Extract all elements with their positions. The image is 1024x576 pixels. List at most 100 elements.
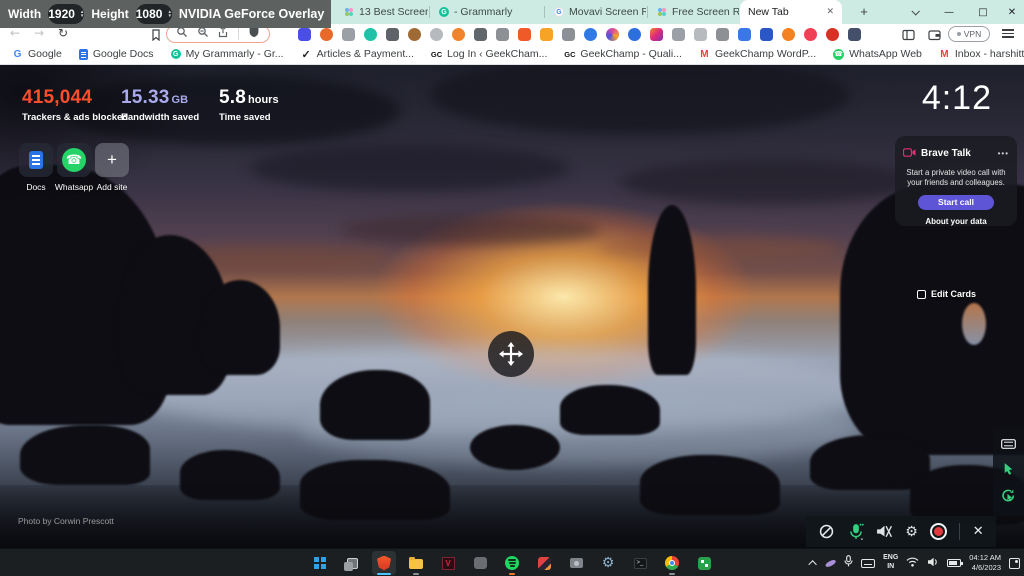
taskbar-sharex[interactable] <box>692 551 716 575</box>
keystrokes-icon[interactable] <box>1001 436 1016 454</box>
taskbar-terminal[interactable]: >_ <box>628 551 652 575</box>
video-play-icon[interactable] <box>826 28 839 41</box>
bookmark-articles-payment[interactable]: ✓ Articles & Payment... <box>301 48 414 60</box>
record-button[interactable] <box>930 523 947 540</box>
click-effects-icon[interactable] <box>1001 488 1016 508</box>
touch-keyboard-icon[interactable] <box>861 559 875 568</box>
edit-cards-button[interactable]: Edit Cards <box>917 289 976 299</box>
recorder-close-button[interactable]: ✕ <box>973 524 984 539</box>
bookmark-whatsapp-web[interactable]: ☎ WhatsApp Web <box>833 48 922 60</box>
camera-off-button[interactable] <box>818 523 835 540</box>
firefly-icon[interactable] <box>452 28 465 41</box>
close-window-button[interactable]: ✕ <box>1000 0 1024 24</box>
screenshot-tool-icon[interactable] <box>562 28 575 41</box>
cursor-highlight-icon[interactable] <box>1002 462 1015 480</box>
archive-tool-icon[interactable] <box>694 28 707 41</box>
stepper-icon[interactable]: ▲▼ <box>167 10 171 19</box>
notification-center-icon[interactable] <box>1009 558 1020 569</box>
shortcut-tile[interactable]: + <box>95 143 129 177</box>
feather-tray-icon[interactable] <box>825 558 837 568</box>
taskbar-spotify[interactable] <box>500 551 524 575</box>
clipboard-tool-icon[interactable] <box>474 28 487 41</box>
vpn-button[interactable]: VPN <box>948 26 990 42</box>
color-ring-icon[interactable] <box>606 28 619 41</box>
taskbar-brave[interactable] <box>372 551 396 575</box>
instagram-tool-icon[interactable] <box>650 28 663 41</box>
about-your-data-link[interactable]: About your data <box>903 217 1009 226</box>
tab-grammarly[interactable]: G - Grammarly <box>431 0 543 24</box>
bookmark-label: Inbox - harshittaror... <box>955 48 1024 60</box>
taskbar-settings[interactable]: ⚙ <box>596 551 620 575</box>
language-switcher[interactable]: ENG IN <box>883 554 898 572</box>
send-tool-icon[interactable] <box>672 28 685 41</box>
start-button[interactable] <box>308 551 332 575</box>
microphone-button[interactable] <box>848 523 864 540</box>
taskbar-vanguard[interactable]: V <box>436 551 460 575</box>
taskbar-camera[interactable] <box>564 551 588 575</box>
taskbar-file-explorer[interactable] <box>404 551 428 575</box>
taskbar-movavi[interactable] <box>532 551 556 575</box>
translate-icon[interactable] <box>738 28 751 41</box>
photo-credit: Photo by Corwin Prescott <box>18 516 114 526</box>
reload-icon[interactable]: ↻ <box>58 26 68 40</box>
shortcut-add-site[interactable]: + Add site <box>90 143 134 192</box>
site-favicon <box>344 7 354 17</box>
hidden-icons-chevron[interactable] <box>808 560 816 568</box>
avast-check-icon[interactable] <box>364 28 377 41</box>
pocket-icon[interactable] <box>804 28 817 41</box>
ublock-icon[interactable] <box>342 28 355 41</box>
maximize-button[interactable]: □ <box>966 0 1000 24</box>
puzzle-extensions-icon[interactable] <box>848 28 861 41</box>
gray-extension-icon[interactable] <box>430 28 443 41</box>
minimize-button[interactable]: — <box>932 0 966 24</box>
bookmark-google-docs[interactable]: Google Docs <box>79 48 154 60</box>
highlighter-icon[interactable] <box>716 28 729 41</box>
card-menu-icon[interactable]: ••• <box>998 149 1009 158</box>
cookie-editor-icon[interactable] <box>408 28 421 41</box>
tray-clock[interactable]: 04:12 AM 4/6/2023 <box>969 553 1001 573</box>
system-sound-off-button[interactable] <box>876 524 893 539</box>
recorder-settings-icon[interactable]: ⚙ <box>905 524 918 540</box>
wappalyzer-icon[interactable] <box>298 28 311 41</box>
blue-tool-icon[interactable] <box>628 28 641 41</box>
tab-free-screen-recorder[interactable]: Free Screen Recorder <box>649 0 739 24</box>
bookmark-grammarly[interactable]: G My Grammarly - Gr... <box>171 48 284 60</box>
battery-icon[interactable] <box>947 559 961 567</box>
back-icon[interactable]: ← <box>10 26 20 40</box>
tab-screen-record-guide[interactable]: 13 Best Screen Record <box>336 0 428 24</box>
taskbar-chrome[interactable] <box>660 551 684 575</box>
deals-badge-icon[interactable] <box>782 28 795 41</box>
tab-close-icon[interactable]: ✕ <box>826 7 834 17</box>
start-call-button[interactable]: Start call <box>918 195 994 210</box>
image-tool-icon[interactable] <box>496 28 509 41</box>
stepper-icon[interactable]: ▲▼ <box>80 10 84 19</box>
marketing-tool-icon[interactable] <box>518 28 531 41</box>
forward-icon[interactable]: → <box>34 26 44 40</box>
tab-label: New Tab <box>748 6 789 18</box>
recorder-move-handle[interactable] <box>488 331 534 377</box>
task-view-button[interactable] <box>340 551 364 575</box>
alert-tool-icon[interactable] <box>540 28 553 41</box>
bookmark-google[interactable]: G Google <box>12 48 62 60</box>
bookmark-inbox[interactable]: M Inbox - harshittaror... <box>939 48 1024 60</box>
wifi-icon[interactable] <box>906 554 919 572</box>
bookmark-geekchamp[interactable]: GC GeekChamp - Quali... <box>564 48 682 60</box>
height-input[interactable]: 1080 ▲▼ <box>136 4 172 24</box>
menu-icon[interactable] <box>1002 29 1014 40</box>
cursor-tool-icon[interactable] <box>386 28 399 41</box>
bookmark-geekchamp-login[interactable]: GC Log In ‹ GeekCham... <box>431 48 547 60</box>
tab-new-tab-active[interactable]: New Tab ✕ <box>740 0 842 24</box>
tab-movavi[interactable]: G Movavi Screen Record <box>546 0 646 24</box>
width-input[interactable]: 1920 ▲▼ <box>48 4 84 24</box>
shortcut-tile[interactable] <box>19 143 53 177</box>
tab-search-button[interactable] <box>898 0 932 24</box>
taskbar-game[interactable] <box>468 551 492 575</box>
image-viewer-icon[interactable] <box>760 28 773 41</box>
speaker-icon[interactable] <box>927 554 939 572</box>
shortcut-tile[interactable]: ☎ <box>57 143 91 177</box>
bookmark-geekchamp-wordpress[interactable]: M GeekChamp WordP... <box>699 48 816 60</box>
screen-reader-icon[interactable] <box>320 28 333 41</box>
mic-tray-icon[interactable] <box>844 554 853 572</box>
verified-check-icon[interactable] <box>584 28 597 41</box>
new-tab-button[interactable]: + <box>856 4 872 20</box>
